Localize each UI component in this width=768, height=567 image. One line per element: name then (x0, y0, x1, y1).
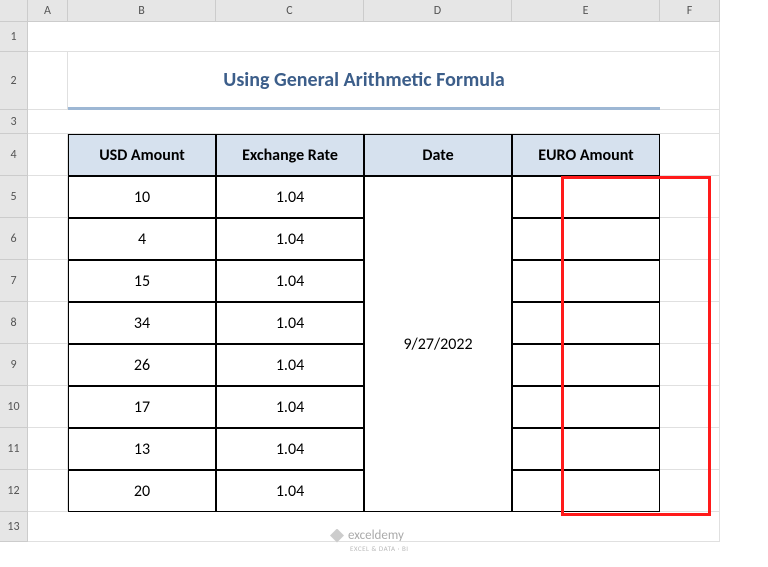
cell-rate[interactable]: 1.04 (216, 386, 364, 428)
watermark-text: exceldemy (348, 528, 404, 543)
header-euro[interactable]: EURO Amount (512, 134, 660, 176)
col-header-b[interactable]: B (68, 0, 216, 22)
cell[interactable] (28, 428, 68, 470)
spreadsheet-grid: A B C D E F 1 2 3 4 5 6 7 8 9 10 11 12 1… (0, 0, 768, 542)
row-header-9[interactable]: 9 (0, 344, 28, 386)
cell-euro[interactable] (512, 386, 660, 428)
cell-usd[interactable]: 15 (68, 260, 216, 302)
cell-euro[interactable] (512, 428, 660, 470)
cell-rate[interactable]: 1.04 (216, 344, 364, 386)
cell[interactable] (660, 428, 720, 470)
cell-usd[interactable]: 34 (68, 302, 216, 344)
cell-date-merged[interactable]: 9/27/2022 (364, 176, 512, 512)
cell[interactable] (28, 134, 68, 176)
row-header-4[interactable]: 4 (0, 134, 28, 176)
cell[interactable] (28, 218, 68, 260)
cell[interactable] (28, 344, 68, 386)
row-header-1[interactable]: 1 (0, 22, 28, 52)
cell[interactable] (660, 134, 720, 176)
page-title: Using General Arithmetic Formula (68, 52, 660, 110)
cell[interactable] (660, 302, 720, 344)
header-date[interactable]: Date (364, 134, 512, 176)
row-header-11[interactable]: 11 (0, 428, 28, 470)
cell[interactable] (660, 260, 720, 302)
cell-usd[interactable]: 20 (68, 470, 216, 512)
row-header-5[interactable]: 5 (0, 176, 28, 218)
col-header-a[interactable]: A (28, 0, 68, 22)
row-header-2[interactable]: 2 (0, 52, 28, 110)
cell[interactable] (28, 110, 720, 134)
cell[interactable] (660, 344, 720, 386)
row-header-13[interactable]: 13 (0, 512, 28, 542)
row-header-8[interactable]: 8 (0, 302, 28, 344)
watermark-sub: EXCEL & DATA · BI (350, 544, 409, 553)
row-header-3[interactable]: 3 (0, 110, 28, 134)
cell-euro[interactable] (512, 176, 660, 218)
cell-euro[interactable] (512, 260, 660, 302)
diamond-icon (330, 529, 344, 543)
cell[interactable] (28, 176, 68, 218)
cell-usd[interactable]: 17 (68, 386, 216, 428)
col-header-e[interactable]: E (512, 0, 660, 22)
cell-rate[interactable]: 1.04 (216, 176, 364, 218)
cell-usd[interactable]: 13 (68, 428, 216, 470)
cell[interactable] (28, 22, 720, 52)
cell-euro[interactable] (512, 302, 660, 344)
cell[interactable] (660, 470, 720, 512)
row-header-7[interactable]: 7 (0, 260, 28, 302)
cell[interactable] (28, 260, 68, 302)
cell[interactable] (660, 218, 720, 260)
cell[interactable] (660, 176, 720, 218)
row-header-12[interactable]: 12 (0, 470, 28, 512)
cell[interactable] (28, 52, 68, 110)
cell-usd[interactable]: 26 (68, 344, 216, 386)
header-usd[interactable]: USD Amount (68, 134, 216, 176)
cell[interactable] (660, 52, 720, 110)
cell-usd[interactable]: 4 (68, 218, 216, 260)
row-header-6[interactable]: 6 (0, 218, 28, 260)
cell[interactable] (28, 386, 68, 428)
cell-euro[interactable] (512, 218, 660, 260)
row-header-10[interactable]: 10 (0, 386, 28, 428)
cell-rate[interactable]: 1.04 (216, 470, 364, 512)
col-header-d[interactable]: D (364, 0, 512, 22)
cell-rate[interactable]: 1.04 (216, 428, 364, 470)
cell-rate[interactable]: 1.04 (216, 218, 364, 260)
cell-usd[interactable]: 10 (68, 176, 216, 218)
col-header-c[interactable]: C (216, 0, 364, 22)
cell[interactable] (28, 302, 68, 344)
watermark: exceldemy (330, 528, 404, 543)
cell-euro[interactable] (512, 344, 660, 386)
cell-rate[interactable]: 1.04 (216, 302, 364, 344)
cell-euro[interactable] (512, 470, 660, 512)
cell-rate[interactable]: 1.04 (216, 260, 364, 302)
cell[interactable] (660, 386, 720, 428)
corner-cell[interactable] (0, 0, 28, 22)
cell[interactable] (28, 470, 68, 512)
col-header-f[interactable]: F (660, 0, 720, 22)
header-rate[interactable]: Exchange Rate (216, 134, 364, 176)
